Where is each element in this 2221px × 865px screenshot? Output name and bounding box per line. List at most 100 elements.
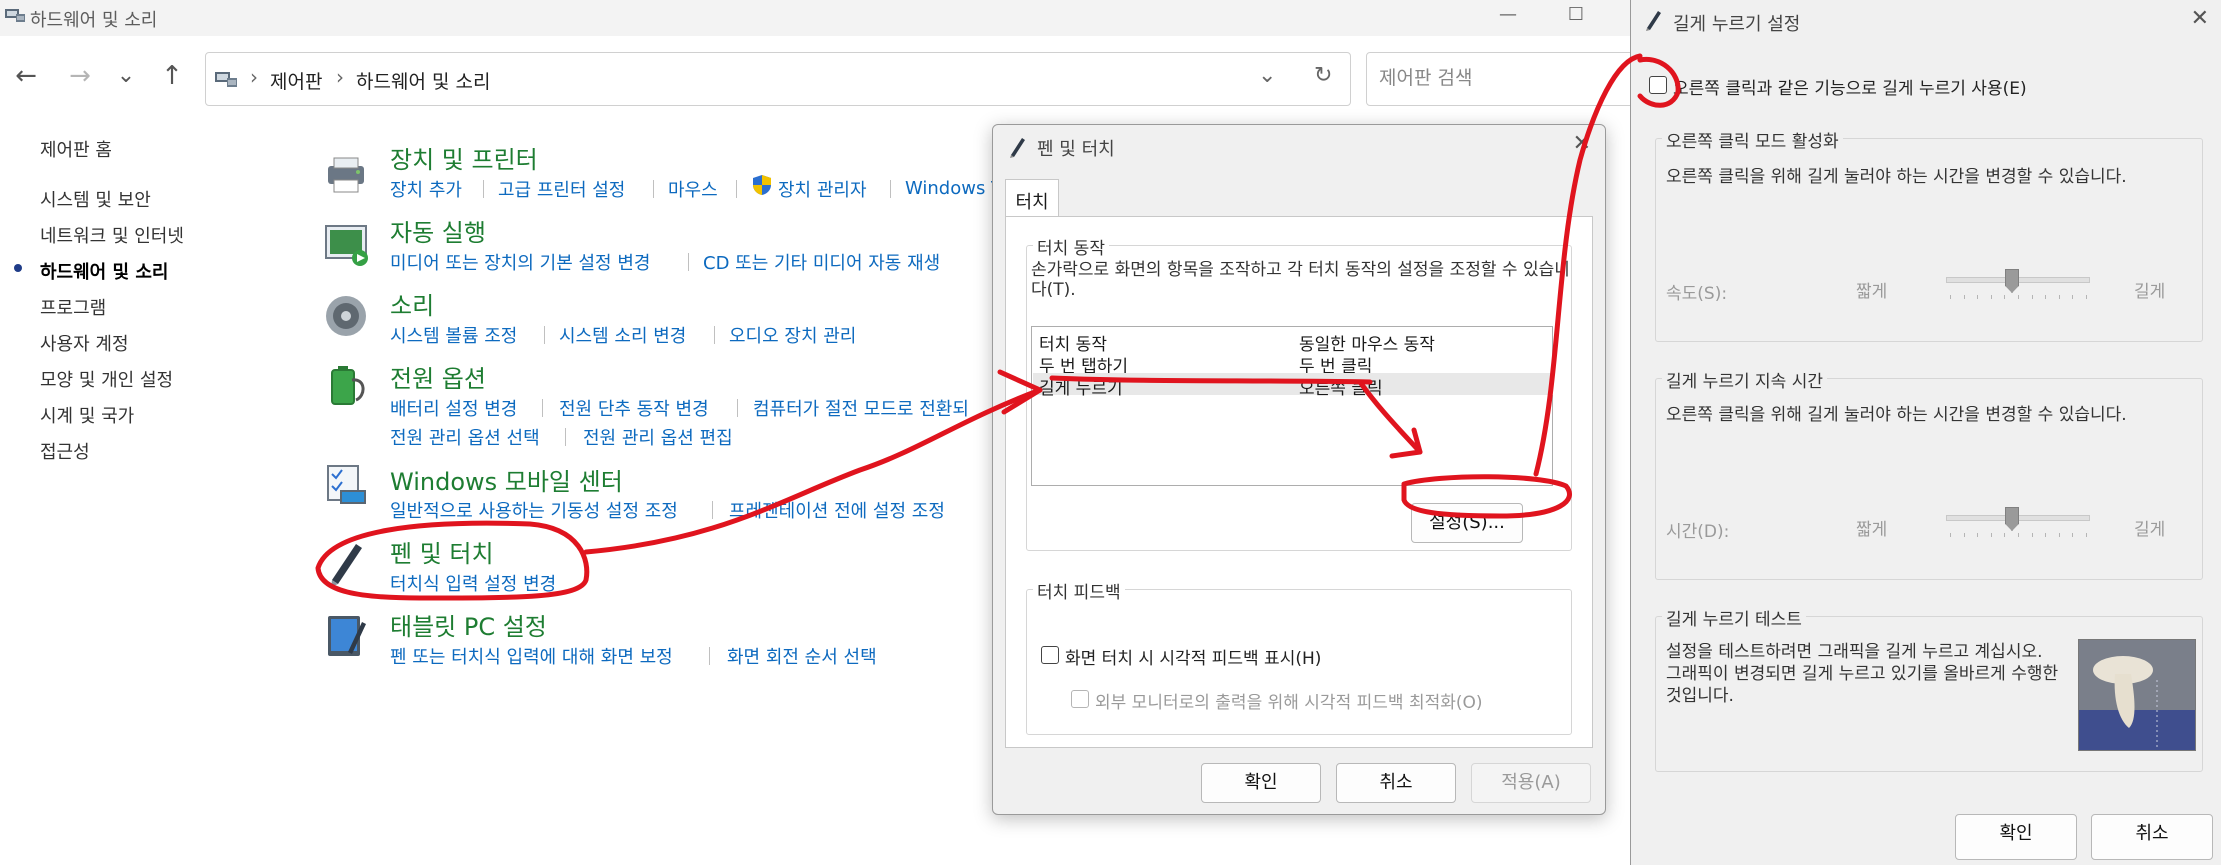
slider-tick <box>1977 295 1978 299</box>
slider-tick <box>1964 295 1965 299</box>
forward-button[interactable]: → <box>60 56 100 96</box>
sidebar-item-user-accounts[interactable]: 사용자 계정 <box>40 330 129 356</box>
sidebar-item-programs[interactable]: 프로그램 <box>40 294 106 320</box>
slider-tick <box>2004 295 2005 299</box>
pen-icon <box>1646 11 1661 31</box>
link-presentation-settings[interactable]: 프레젠테이션 전에 설정 조정 <box>729 497 945 523</box>
link-system-sounds[interactable]: 시스템 소리 변경 <box>559 322 686 348</box>
link-system-volume[interactable]: 시스템 볼륨 조정 <box>390 322 517 348</box>
test-description: 설정을 테스트하려면 그래픽을 길게 누르고 계십시오. 그래픽이 변경되면 길… <box>1666 642 2059 706</box>
pen-icon <box>331 544 362 587</box>
sidebar-item-hardware-sound[interactable]: 하드웨어 및 소리 <box>40 258 168 284</box>
sidebar-item-network[interactable]: 네트워크 및 인터넷 <box>40 222 184 248</box>
touch-actions-list[interactable]: 터치 동작 동일한 마우스 동작 두 번 탭하기 두 번 클릭 길게 누르기 오… <box>1031 326 1553 486</box>
apply-button[interactable]: 적용(A) <box>1471 763 1591 803</box>
slider-tick <box>2018 295 2019 299</box>
speaker-icon <box>326 296 366 336</box>
link-media-default[interactable]: 미디어 또는 장치의 기본 설정 변경 <box>390 249 650 275</box>
settings-button[interactable]: 설정(S)... <box>1411 503 1523 543</box>
duration-long-label: 길게 <box>2134 520 2166 540</box>
duration-short-label: 짧게 <box>1856 520 1888 540</box>
list-item[interactable]: 두 번 탭하기 두 번 클릭 <box>1033 351 1553 377</box>
sidebar-item-accessibility[interactable]: 접근성 <box>40 438 90 464</box>
category-devices-printers[interactable]: 장치 및 프린터 <box>390 140 538 175</box>
breadcrumb-control-panel[interactable]: 제어판 <box>270 67 322 94</box>
slider-thumb[interactable] <box>2005 269 2019 293</box>
link-calibrate-screen[interactable]: 펜 또는 터치식 입력에 대해 화면 보정 <box>390 643 673 669</box>
power-icon <box>331 366 365 405</box>
optimize-feedback-checkbox[interactable] <box>1071 690 1089 708</box>
cancel-button[interactable]: 취소 <box>1336 763 1456 803</box>
link-sleep-mode[interactable]: 컴퓨터가 절전 모드로 전환되 <box>753 395 969 421</box>
touch-actions-description: 손가락으로 화면의 항목을 조작하고 각 터치 동작의 설정을 조정할 수 있습… <box>1031 260 1570 300</box>
category-power[interactable]: 전원 옵션 <box>390 359 486 394</box>
pen-touch-dialog: 펜 및 터치 ✕ 터치 터치 동작 손가락으로 화면의 항목을 조작하고 각 터… <box>992 124 1606 815</box>
slider-tick <box>2086 295 2087 299</box>
category-autoplay[interactable]: 자동 실행 <box>390 213 486 248</box>
search-input[interactable] <box>1379 67 1639 89</box>
sidebar-item-appearance[interactable]: 모양 및 개인 설정 <box>40 366 173 392</box>
back-button[interactable]: ← <box>6 56 46 96</box>
refresh-icon[interactable]: ↻ <box>1314 63 1332 88</box>
enable-press-hold-checkbox[interactable] <box>1649 76 1667 94</box>
slider-tick <box>1950 533 1951 537</box>
close-icon[interactable]: ✕ <box>1573 131 1591 156</box>
group-label: 터치 동작 <box>1033 234 1109 259</box>
list-cell-mouse: 오른쪽 클릭 <box>1299 379 1383 399</box>
recent-locations-button[interactable]: ⌄ <box>106 56 146 96</box>
touch-tab-panel: 터치 동작 손가락으로 화면의 항목을 조작하고 각 터치 동작의 설정을 조정… <box>1005 216 1593 748</box>
link-power-plan-edit[interactable]: 전원 관리 옵션 편집 <box>583 424 733 450</box>
link-rotation-order[interactable]: 화면 회전 순서 선택 <box>727 643 877 669</box>
speed-label: 속도(S): <box>1666 284 1728 304</box>
slider-thumb[interactable] <box>2005 507 2019 531</box>
minimize-button[interactable]: — <box>1488 4 1528 25</box>
link-add-device[interactable]: 장치 추가 <box>390 176 462 202</box>
slider-tick <box>2072 533 2073 537</box>
ok-button[interactable]: 확인 <box>1201 763 1321 803</box>
pen-icon <box>1010 138 1025 158</box>
test-graphic[interactable] <box>2078 639 2196 751</box>
close-icon[interactable]: ✕ <box>2191 6 2209 31</box>
list-item[interactable]: 터치 동작 동일한 마우스 동작 <box>1033 329 1553 355</box>
sidebar-item-system-security[interactable]: 시스템 및 보안 <box>40 186 151 212</box>
link-power-button[interactable]: 전원 단추 동작 변경 <box>559 395 709 421</box>
address-bar[interactable]: › 제어판 › 하드웨어 및 소리 ⌄ ↻ <box>205 52 1351 106</box>
link-cd-autoplay[interactable]: CD 또는 기타 미디어 자동 재생 <box>703 249 940 275</box>
maximize-button[interactable]: ☐ <box>1556 4 1596 25</box>
search-box[interactable] <box>1366 52 1656 106</box>
breadcrumb-separator: › <box>250 65 258 89</box>
press-hold-dialog: 길게 누르기 설정 ✕ 오른쪽 클릭과 같은 기능으로 길게 누르기 사용(E)… <box>1630 0 2221 865</box>
up-button[interactable]: ↑ <box>152 56 192 96</box>
link-audio-devices[interactable]: 오디오 장치 관리 <box>729 322 856 348</box>
category-mobility-center[interactable]: Windows 모바일 센터 <box>390 462 623 497</box>
link-advanced-printer[interactable]: 고급 프린터 설정 <box>498 176 625 202</box>
slider-tick <box>2004 533 2005 537</box>
tab-touch[interactable]: 터치 <box>1005 179 1059 217</box>
category-sound[interactable]: 소리 <box>390 286 434 321</box>
title-bar: 하드웨어 및 소리 — ☐ <box>0 0 1640 36</box>
link-separator <box>653 180 654 198</box>
sidebar-item-clock-region[interactable]: 시계 및 국가 <box>40 402 134 428</box>
link-separator <box>483 180 484 198</box>
speed-short-label: 짧게 <box>1856 282 1888 302</box>
link-mouse[interactable]: 마우스 <box>668 176 718 202</box>
link-windows-t[interactable]: Windows T <box>905 178 1002 199</box>
link-battery-settings[interactable]: 배터리 설정 변경 <box>390 395 517 421</box>
ok-button[interactable]: 확인 <box>1955 814 2077 860</box>
sidebar-item-home[interactable]: 제어판 홈 <box>40 136 112 162</box>
cancel-button[interactable]: 취소 <box>2091 814 2213 860</box>
visual-feedback-checkbox[interactable] <box>1041 646 1059 664</box>
breadcrumb-hardware-sound[interactable]: 하드웨어 및 소리 <box>356 67 490 94</box>
navigation-bar: ← → ⌄ ↑ › 제어판 › 하드웨어 및 소리 ⌄ ↻ <box>0 44 1656 106</box>
link-power-plan-choose[interactable]: 전원 관리 옵션 선택 <box>390 424 540 450</box>
link-touch-input-settings[interactable]: 터치식 입력 설정 변경 <box>390 570 556 596</box>
list-item-selected[interactable]: 길게 누르기 오른쪽 클릭 <box>1033 373 1553 399</box>
speed-slider[interactable] <box>1946 269 2090 309</box>
link-mobility-settings[interactable]: 일반적으로 사용하는 기동성 설정 조정 <box>390 497 678 523</box>
duration-slider[interactable] <box>1946 507 2090 547</box>
category-tablet-pc[interactable]: 태블릿 PC 설정 <box>390 607 547 642</box>
autoplay-icon <box>325 225 368 266</box>
link-device-manager[interactable]: 장치 관리자 <box>778 176 867 202</box>
address-dropdown-icon[interactable]: ⌄ <box>1258 63 1276 88</box>
category-pen-touch[interactable]: 펜 및 터치 <box>390 534 494 569</box>
